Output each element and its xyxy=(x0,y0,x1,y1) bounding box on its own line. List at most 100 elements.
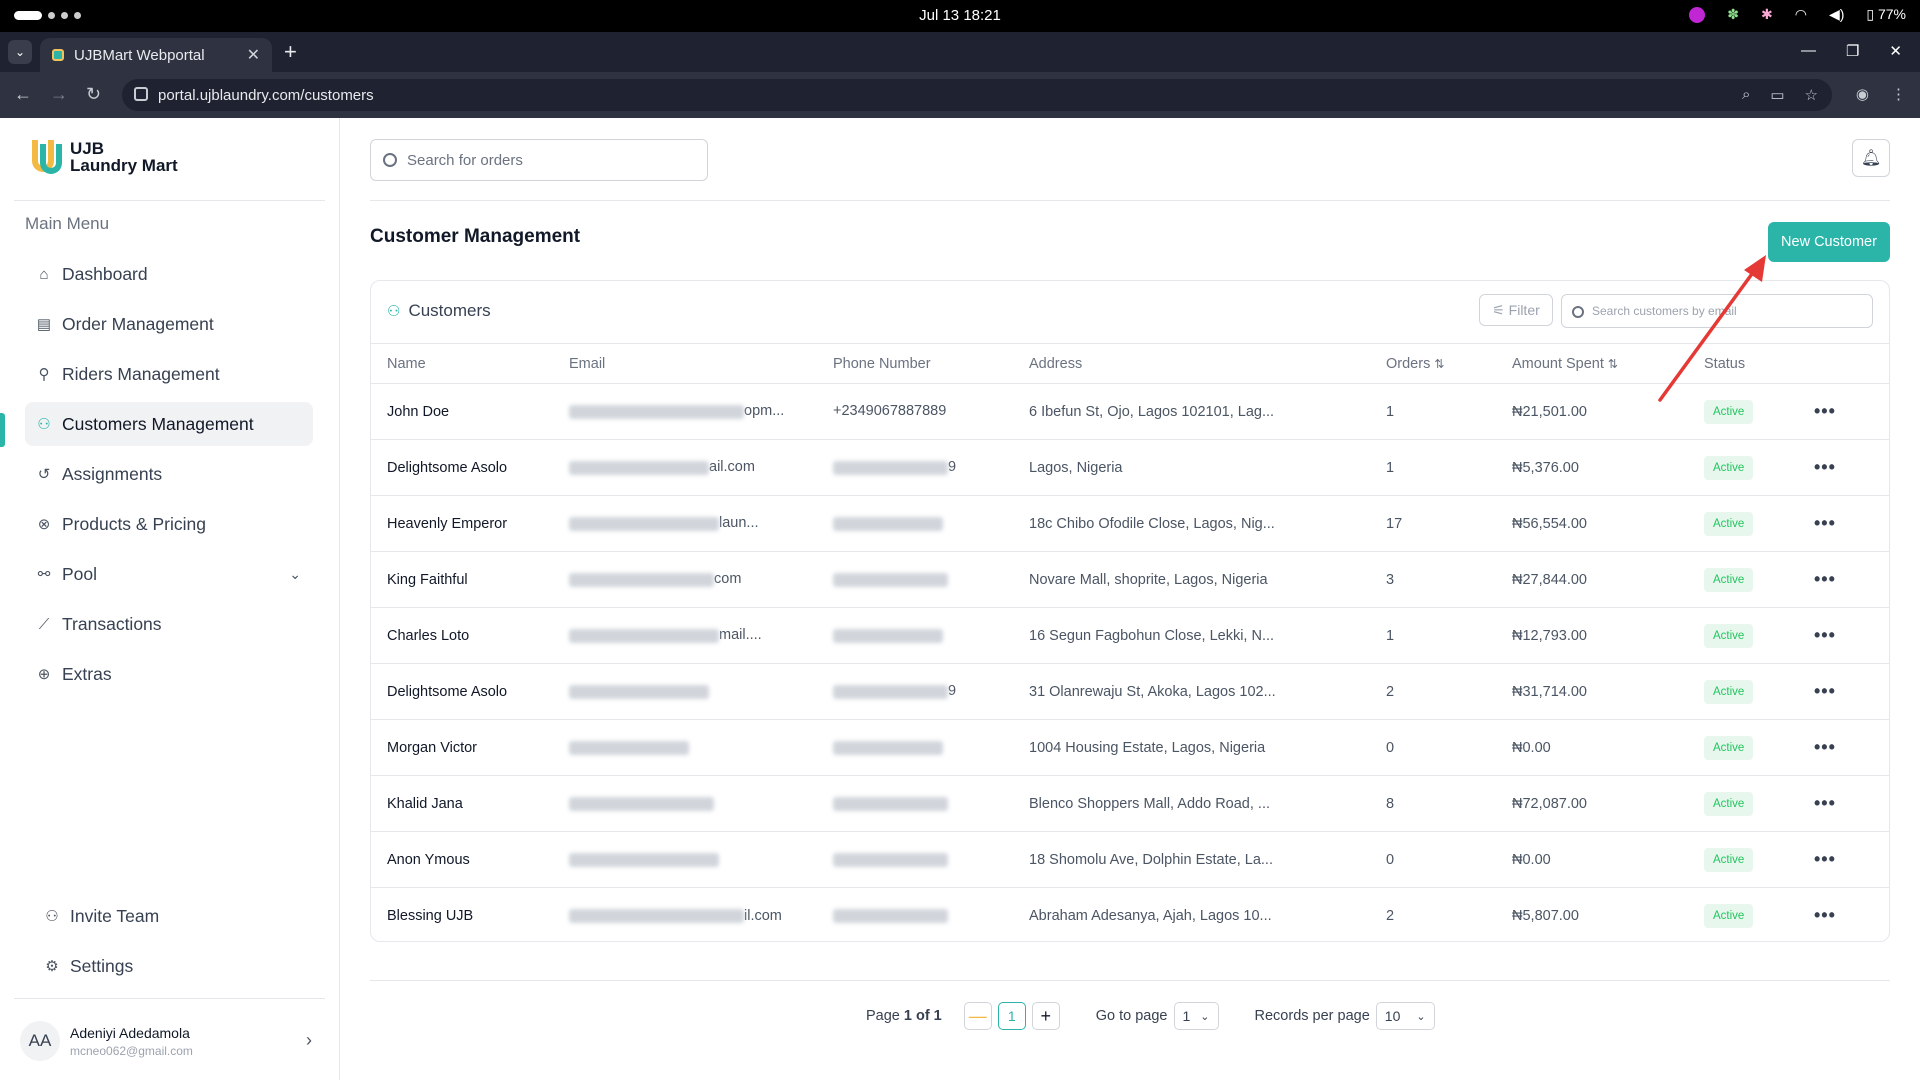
table-row[interactable]: King Faithful com Novare Mall, shoprite, L… xyxy=(371,551,1889,608)
more-actions-icon[interactable]: ••• xyxy=(1814,569,1836,589)
cell-status: Active xyxy=(1704,663,1814,720)
more-actions-icon[interactable]: ••• xyxy=(1814,849,1836,869)
cell-amount-spent: ₦5,807.00 xyxy=(1512,907,1579,924)
more-actions-icon[interactable]: ••• xyxy=(1814,457,1836,477)
more-actions-icon[interactable]: ••• xyxy=(1814,737,1836,757)
brand-logo[interactable]: UJB Laundry Mart xyxy=(32,140,178,174)
column-header-orders[interactable]: Orders ⇅ xyxy=(1386,343,1512,384)
table-row[interactable]: Charles Loto mail.... 16 Segun Fagbohun Cl… xyxy=(371,607,1889,664)
bookmark-star-icon[interactable]: ☆ xyxy=(1805,86,1818,104)
network-app-icon[interactable]: ✽ xyxy=(1727,6,1739,23)
tab-close-icon[interactable]: ✕ xyxy=(247,45,260,65)
sidebar-item-riders-management[interactable]: ⚲ Riders Management xyxy=(25,352,313,396)
table-row[interactable]: John Doe opm... +2349067887889 6 Ibefun St,… xyxy=(371,383,1889,440)
url-text[interactable]: portal.ujblaundry.com/customers xyxy=(158,87,374,104)
next-page-button[interactable]: + xyxy=(1031,1002,1060,1030)
back-icon[interactable]: ← xyxy=(14,84,32,105)
zoom-icon[interactable]: ⌕ xyxy=(1742,86,1750,104)
system-tray[interactable]: ✽ ✱ ◠ ◀) ▯ 77% xyxy=(1689,6,1906,23)
sidebar-item-extras[interactable]: ⊕ Extras xyxy=(25,652,313,696)
extension-icon[interactable]: ✱ xyxy=(1761,6,1773,23)
volume-icon[interactable]: ◀) xyxy=(1829,6,1844,23)
cast-icon[interactable]: ▭ xyxy=(1770,86,1784,104)
more-actions-icon[interactable]: ••• xyxy=(1814,401,1836,421)
sort-icon[interactable]: ⇅ xyxy=(1608,357,1618,371)
more-actions-icon[interactable]: ••• xyxy=(1814,793,1836,813)
reload-icon[interactable]: ↻ xyxy=(86,84,101,105)
sidebar-item-customers-management[interactable]: ⚇ Customers Management xyxy=(25,402,313,446)
search-customers-input[interactable]: Search customers by email xyxy=(1561,294,1873,328)
sidebar-item-order-management[interactable]: ▤ Order Management xyxy=(25,302,313,346)
table-row[interactable]: Heavenly Emperor laun... 18c Chibo Ofodile… xyxy=(371,495,1889,552)
cell-phone xyxy=(833,888,1029,944)
cell-actions: ••• xyxy=(1814,775,1889,832)
cell-orders: 1 xyxy=(1386,383,1512,440)
email-visible-part: opm... xyxy=(744,403,785,420)
cell-name: Anon Ymous xyxy=(371,831,569,888)
site-info-icon[interactable] xyxy=(134,87,148,101)
column-header-name[interactable]: Name xyxy=(371,343,569,384)
page-label-current: 1 of 1 xyxy=(903,1008,942,1024)
sort-icon[interactable]: ⇅ xyxy=(1434,357,1444,371)
users-icon: ⚇ xyxy=(37,416,51,433)
table-row[interactable]: Delightsome Asolo 9 31 Olanrewaju St, Akok… xyxy=(371,663,1889,720)
new-tab-button[interactable]: + xyxy=(284,40,297,64)
restore-icon[interactable]: ❐ xyxy=(1846,42,1859,60)
column-header-phone[interactable]: Phone Number xyxy=(833,343,1029,384)
notifications-bell-icon[interactable]: 🔔︎ xyxy=(1852,139,1890,177)
cell-phone xyxy=(833,495,1029,552)
sidebar-item-transactions[interactable]: ⟋ Transactions xyxy=(25,602,313,646)
page-label-prefix: Page xyxy=(866,1008,900,1024)
browser-menu-icon[interactable]: ⋮ xyxy=(1891,85,1906,103)
minimize-icon[interactable]: — xyxy=(1801,42,1816,60)
more-actions-icon[interactable]: ••• xyxy=(1814,905,1836,925)
history-icon: ↺ xyxy=(37,466,51,483)
search-orders-input[interactable]: Search for orders xyxy=(370,139,708,181)
column-header-amount-spent[interactable]: Amount Spent ⇅ xyxy=(1512,343,1704,384)
more-actions-icon[interactable]: ••• xyxy=(1814,625,1836,645)
column-header-address[interactable]: Address xyxy=(1029,343,1386,384)
user-plus-icon: ⚇ xyxy=(45,908,59,925)
records-per-page-select[interactable]: 10 ⌄ xyxy=(1375,1002,1435,1030)
address-bar[interactable]: portal.ujblaundry.com/customers ⌕ ▭ ☆ xyxy=(122,79,1832,111)
chevron-down-icon[interactable]: ⌄ xyxy=(289,566,301,583)
table-row[interactable]: Anon Ymous 18 Shomolu Ave, Dolphin Estate… xyxy=(371,831,1889,888)
os-clock[interactable]: Jul 13 18:21 xyxy=(0,7,1920,24)
forward-icon[interactable]: → xyxy=(50,84,68,105)
goto-page-select[interactable]: 1 ⌄ xyxy=(1173,1002,1219,1030)
pagination: Page 1 of 1 — 1 + Go to page 1 ⌄ Records … xyxy=(866,1002,1435,1030)
browser-tab[interactable]: UJBMart Webportal ✕ xyxy=(40,38,272,72)
user-profile[interactable]: AA Adeniyi Adedamola mcneo062@gmail.com … xyxy=(20,1016,320,1066)
tab-search-button[interactable]: ⌄ xyxy=(8,40,32,64)
cell-actions: ••• xyxy=(1814,383,1889,440)
table-row[interactable]: Blessing UJB il.com Abraham Adesanya, Ajah… xyxy=(371,888,1889,944)
chevron-right-icon[interactable]: › xyxy=(306,1030,312,1051)
sidebar-item-label: Order Management xyxy=(62,313,214,334)
chevron-down-icon: ⌄ xyxy=(1416,1010,1426,1023)
profile-icon[interactable]: ◉ xyxy=(1856,85,1869,103)
sidebar-item-products-pricing[interactable]: ⊗ Products & Pricing xyxy=(25,502,313,546)
filter-button[interactable]: ⚟ Filter xyxy=(1479,294,1553,326)
table-row[interactable]: Morgan Victor 1004 Housing Estate, Lagos,… xyxy=(371,719,1889,776)
battery-icon[interactable]: ▯ 77% xyxy=(1866,6,1906,23)
app-indicator-icon[interactable] xyxy=(1689,6,1706,23)
sidebar-item-invite-team[interactable]: ⚇ Invite Team xyxy=(35,894,315,938)
new-customer-button[interactable]: New Customer xyxy=(1768,222,1890,262)
sidebar-item-settings[interactable]: ⚙ Settings xyxy=(35,944,315,988)
column-header-email[interactable]: Email xyxy=(569,343,833,384)
table-row[interactable]: Delightsome Asolo ail.com 9 Lagos, Nigeria 1… xyxy=(371,439,1889,496)
wifi-icon[interactable]: ◠ xyxy=(1795,6,1807,23)
more-actions-icon[interactable]: ••• xyxy=(1814,681,1836,701)
more-actions-icon[interactable]: ••• xyxy=(1814,513,1836,533)
status-badge: Active xyxy=(1704,903,1754,928)
prev-page-button[interactable]: — xyxy=(963,1002,992,1030)
sidebar-item-dashboard[interactable]: ⌂ Dashboard xyxy=(25,252,313,296)
sidebar: UJB Laundry Mart Main Menu ⌂ Dashboard ▤… xyxy=(0,118,340,1080)
sidebar-item-pool[interactable]: ⚯ Pool ⌄ xyxy=(25,552,313,596)
per-page-label: Records per page xyxy=(1254,1008,1370,1024)
sidebar-item-assignments[interactable]: ↺ Assignments xyxy=(25,452,313,496)
close-window-icon[interactable]: ✕ xyxy=(1889,42,1902,60)
current-page-button[interactable]: 1 xyxy=(997,1002,1026,1030)
table-row[interactable]: Khalid Jana Blenco Shoppers Mall, Addo Ro… xyxy=(371,775,1889,832)
sidebar-item-label: Settings xyxy=(70,955,134,976)
